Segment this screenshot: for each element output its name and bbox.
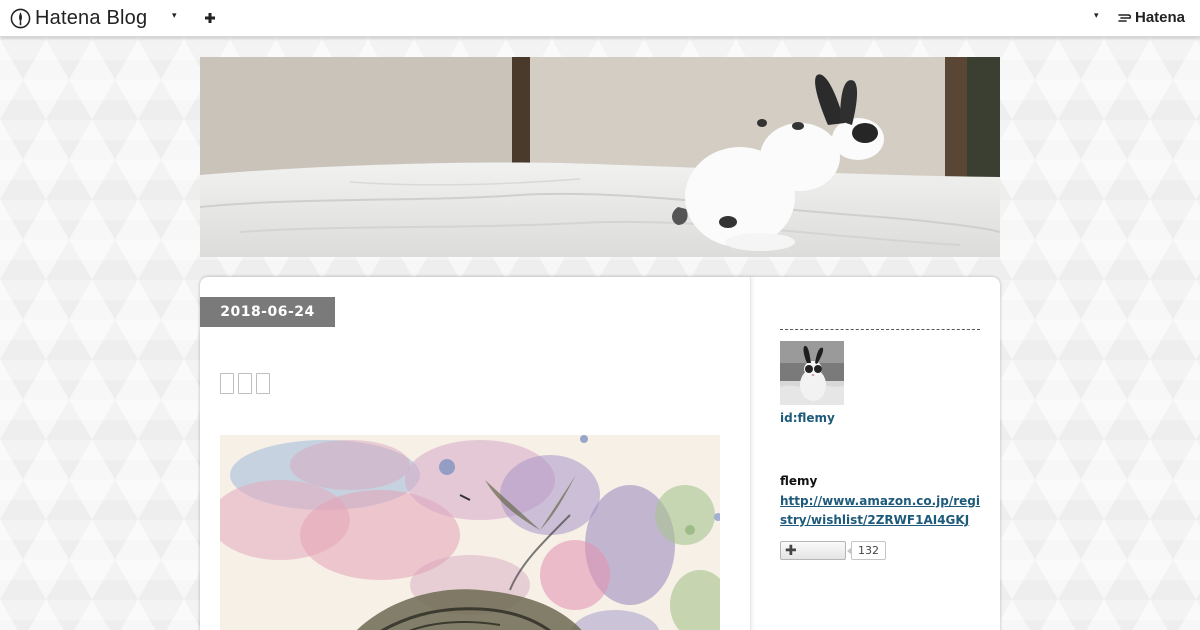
entry-title[interactable] <box>220 373 270 394</box>
profile-name: flemy <box>780 474 818 488</box>
hatena-logo-link[interactable]: Hatena <box>1117 9 1185 26</box>
subscribe-button[interactable]: ✚ <box>780 541 846 560</box>
hatena-blog-brand-link[interactable]: Hatena Blog <box>10 7 147 30</box>
watercolor-cat-painting <box>220 435 720 630</box>
user-id-link[interactable]: id:flemy <box>780 411 835 425</box>
content-card: 2018-06-24 id:flemy flemy http://www.ama… <box>200 277 1000 630</box>
entry-title-glyph <box>256 373 270 394</box>
wishlist-link[interactable]: http://www.amazon.co.jp/registry/wishlis… <box>780 492 980 530</box>
blog-menu-caret-icon[interactable]: ▾ <box>172 11 177 21</box>
sidebar: id:flemy flemy http://www.amazon.co.jp/r… <box>780 277 980 630</box>
account-menu-caret-icon[interactable]: ▾ <box>1094 11 1099 21</box>
global-header: Hatena Blog ▾ ▾ Hatena <box>0 0 1200 37</box>
hatena-blog-logo-icon <box>10 8 31 29</box>
blog-header-image[interactable] <box>200 57 1000 257</box>
brand-label: Hatena Blog <box>35 7 148 29</box>
avatar[interactable] <box>780 341 844 405</box>
plus-icon: ✚ <box>785 543 797 559</box>
sidebar-divider <box>780 329 980 330</box>
entry-watercolor-image <box>220 435 720 630</box>
entry-main-column: 2018-06-24 <box>200 277 751 630</box>
subscriber-count: 132 <box>847 541 886 560</box>
entry-title-glyph <box>220 373 234 394</box>
hatena-label: Hatena <box>1135 9 1186 26</box>
header-rabbit-photo <box>200 57 1000 257</box>
plus-icon[interactable] <box>203 8 217 28</box>
hatena-logo-icon <box>1118 13 1132 22</box>
entry-title-glyph <box>238 373 252 394</box>
rabbit-avatar-image <box>780 341 844 405</box>
entry-date-badge[interactable]: 2018-06-24 <box>200 297 335 327</box>
